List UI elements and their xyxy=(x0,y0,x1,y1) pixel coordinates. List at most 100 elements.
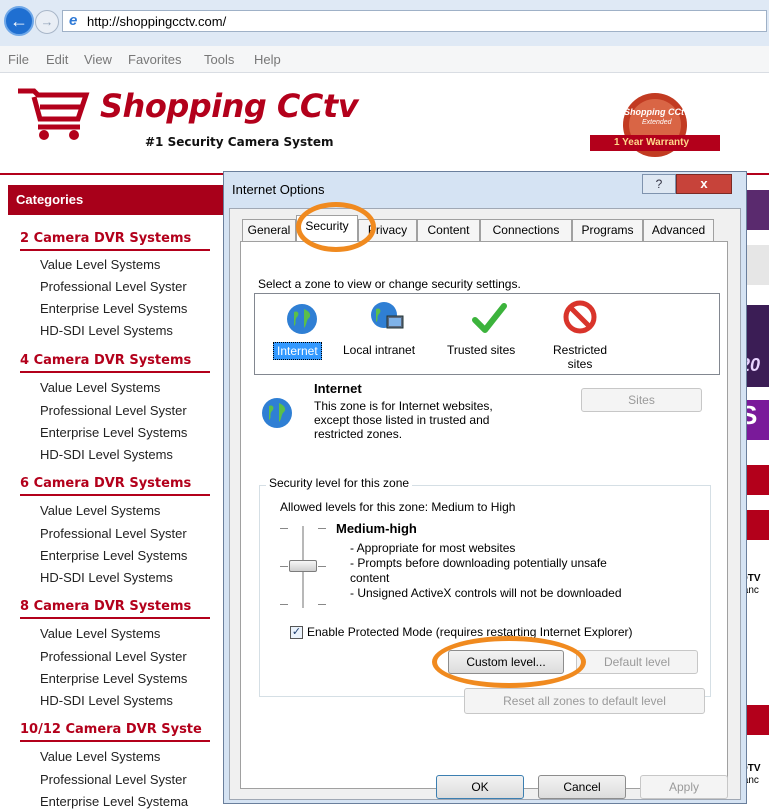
tab-content[interactable]: Content xyxy=(417,219,480,241)
sidebar-link[interactable]: Enterprise Level Systems xyxy=(40,671,187,686)
sidebar-link[interactable]: HD-SDI Level Systems xyxy=(40,693,173,708)
intranet-icon xyxy=(371,302,404,329)
level-bullet: - Appropriate for most websites xyxy=(350,541,516,555)
menu-help[interactable]: Help xyxy=(254,52,281,67)
menu-tools[interactable]: Tools xyxy=(204,52,234,67)
sidebar-link[interactable]: Value Level Systems xyxy=(40,749,160,764)
sidebar-link[interactable]: Professional Level Syster xyxy=(40,526,187,541)
slider-tick xyxy=(318,528,326,529)
sidebar-link[interactable]: Value Level Systems xyxy=(40,380,160,395)
section-4-camera[interactable]: 4 Camera DVR Systems xyxy=(20,353,191,368)
divider xyxy=(20,617,210,619)
menu-favorites[interactable]: Favorites xyxy=(128,52,181,67)
cancel-button[interactable]: Cancel xyxy=(538,775,626,799)
slider-tick xyxy=(318,566,326,567)
default-level-button[interactable]: Default level xyxy=(576,650,698,674)
sidebar-link[interactable]: Enterprise Level Systems xyxy=(40,548,187,563)
sidebar-link[interactable]: HD-SDI Level Systems xyxy=(40,447,173,462)
url-text[interactable]: http://shoppingcctv.com/ xyxy=(87,14,226,29)
sidebar-link[interactable]: Professional Level Syster xyxy=(40,649,187,664)
zone-restricted-sites[interactable]: Restricted sites xyxy=(547,294,617,374)
tab-connections[interactable]: Connections xyxy=(480,219,572,241)
section-6-camera[interactable]: 6 Camera DVR Systems xyxy=(20,476,191,491)
sidebar-link[interactable]: HD-SDI Level Systems xyxy=(40,323,173,338)
shopping-cart-icon xyxy=(18,88,90,140)
sidebar-link[interactable]: Professional Level Syster xyxy=(40,279,187,294)
menu-edit[interactable]: Edit xyxy=(46,52,68,67)
tab-programs[interactable]: Programs xyxy=(572,219,643,241)
zone-local-intranet[interactable]: Local intranet xyxy=(343,294,433,374)
protected-mode-label[interactable]: Enable Protected Mode (requires restarti… xyxy=(307,625,633,639)
help-button[interactable]: ? xyxy=(642,174,676,194)
zone-list: Internet Local intranet Trusted sites Re… xyxy=(254,293,720,375)
sidebar-link[interactable]: HD-SDI Level Systems xyxy=(40,570,173,585)
highlight-ring-custom-level xyxy=(432,636,586,688)
zone-label-local-intranet: Local intranet xyxy=(343,343,416,357)
site-logo-text[interactable]: Shopping CCtv xyxy=(100,87,359,125)
no-entry-icon xyxy=(563,300,597,334)
zone-label-trusted-sites: Trusted sites xyxy=(447,343,516,357)
warranty-line1: Shopping CCtv xyxy=(624,107,689,117)
zone-internet[interactable]: Internet xyxy=(273,294,333,374)
warranty-line2: Extended xyxy=(642,119,672,126)
back-arrow-icon[interactable]: ← xyxy=(4,6,34,36)
sidebar-link[interactable]: Value Level Systems xyxy=(40,257,160,272)
address-bar[interactable]: e http://shoppingcctv.com/ xyxy=(62,10,767,32)
site-tagline: #1 Security Camera System xyxy=(145,135,334,149)
level-bullet: - Unsigned ActiveX controls will not be … xyxy=(350,586,622,600)
reset-all-zones-button[interactable]: Reset all zones to default level xyxy=(464,688,705,714)
sidebar-link[interactable]: Enterprise Level Systems xyxy=(40,301,187,316)
categories-heading: Categories xyxy=(8,185,232,215)
sidebar-link[interactable]: Professional Level Syster xyxy=(40,772,187,787)
divider xyxy=(20,494,210,496)
tab-general[interactable]: General xyxy=(242,219,296,241)
slider-tick xyxy=(318,604,326,605)
menu-bar: File Edit View Favorites Tools Help xyxy=(0,46,769,73)
zone-description-line: except those listed in trusted and xyxy=(314,413,490,427)
security-level-group-label: Security level for this zone xyxy=(266,476,413,490)
checkmark-icon xyxy=(472,303,507,333)
slider-tick xyxy=(280,528,288,529)
zone-label-restricted-sites: Restricted sites xyxy=(552,343,608,371)
sidebar-link[interactable]: Enterprise Level Systema xyxy=(40,794,188,809)
section-10-12-camera[interactable]: 10/12 Camera DVR Syste xyxy=(20,722,202,737)
sidebar-link[interactable]: Enterprise Level Systems xyxy=(40,425,187,440)
tab-advanced[interactable]: Advanced xyxy=(643,219,714,241)
divider xyxy=(20,740,210,742)
site-header: Shopping CCtv #1 Security Camera System … xyxy=(0,73,769,175)
warranty-line3: 1 Year Warranty xyxy=(614,137,690,148)
slider-tick xyxy=(280,604,288,605)
internet-options-dialog: Internet Options ? x General Security Pr… xyxy=(223,171,747,804)
sites-button[interactable]: Sites xyxy=(581,388,702,412)
highlight-ring-security-tab xyxy=(296,202,376,252)
zone-description-line: restricted zones. xyxy=(314,427,403,441)
zone-label-internet: Internet xyxy=(273,342,322,360)
globe-icon xyxy=(287,304,317,334)
menu-file[interactable]: File xyxy=(8,52,29,67)
divider xyxy=(20,371,210,373)
slider-tick xyxy=(280,566,288,567)
zone-trusted-sites[interactable]: Trusted sites xyxy=(447,294,531,374)
divider xyxy=(20,249,210,251)
zone-heading: Internet xyxy=(314,381,362,396)
dialog-title: Internet Options xyxy=(232,182,325,197)
protected-mode-checkbox[interactable]: ✓ xyxy=(290,626,303,639)
menu-view[interactable]: View xyxy=(84,52,112,67)
close-button[interactable]: x xyxy=(676,174,732,194)
section-8-camera[interactable]: 8 Camera DVR Systems xyxy=(20,599,191,614)
sidebar-link[interactable]: Professional Level Syster xyxy=(40,403,187,418)
browser-toolbar: ← → e http://shoppingcctv.com/ xyxy=(0,0,769,47)
sidebar-link[interactable]: Value Level Systems xyxy=(40,626,160,641)
slider-thumb[interactable] xyxy=(289,560,317,572)
section-2-camera[interactable]: 2 Camera DVR Systems xyxy=(20,231,191,246)
ok-button[interactable]: OK xyxy=(436,775,524,799)
level-name: Medium-high xyxy=(336,521,417,536)
sidebar-link[interactable]: Value Level Systems xyxy=(40,503,160,518)
security-level-slider[interactable] xyxy=(280,524,326,610)
level-bullet: content xyxy=(350,571,390,585)
level-bullet: - Prompts before downloading potentially… xyxy=(350,556,607,570)
forward-arrow-icon[interactable]: → xyxy=(35,10,59,34)
ie-logo-icon: e xyxy=(69,12,78,29)
apply-button[interactable]: Apply xyxy=(640,775,728,799)
allowed-levels-text: Allowed levels for this zone: Medium to … xyxy=(280,500,516,514)
